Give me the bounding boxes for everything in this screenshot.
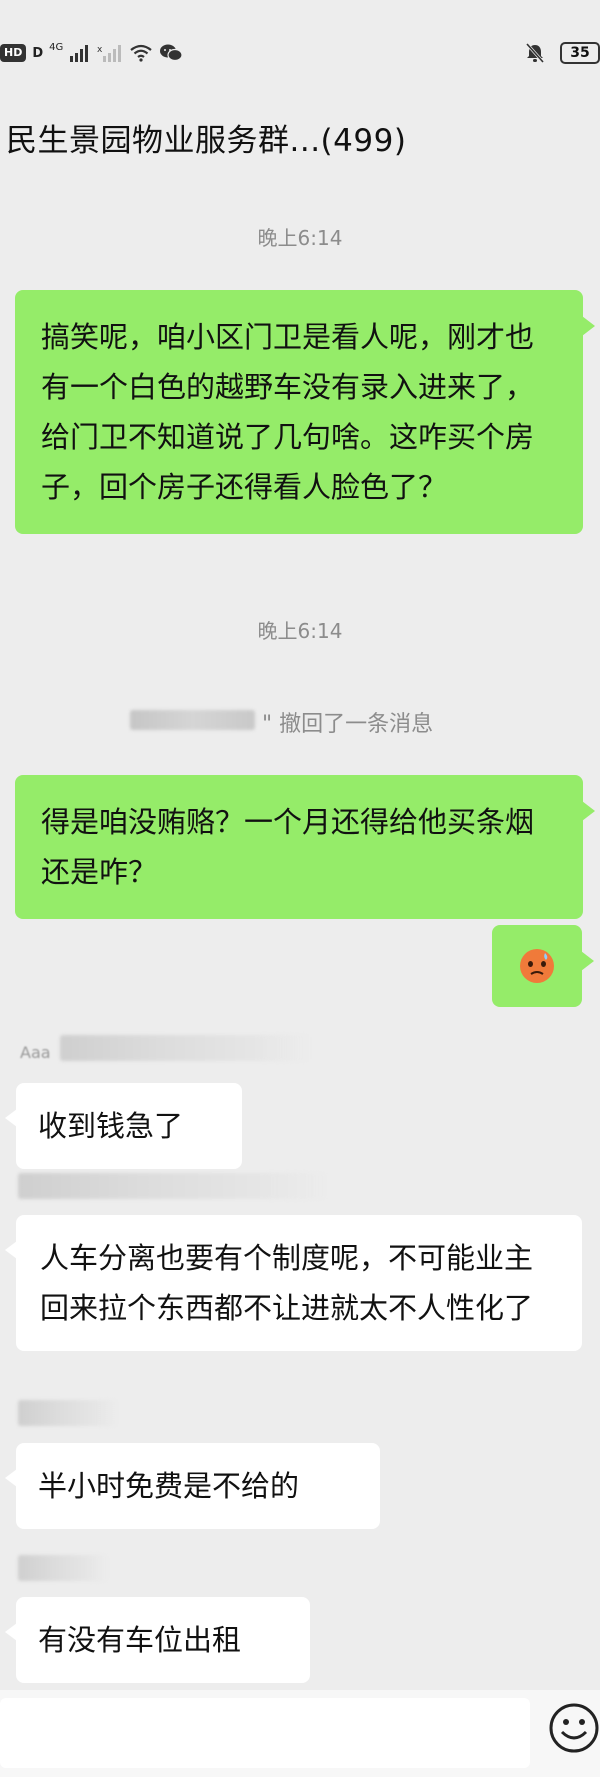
outgoing-message-bubble[interactable]: 搞笑呢，咱小区门卫是看人呢，刚才也有一个白色的越野车没有录入进来了，给门卫不知道… bbox=[15, 290, 595, 534]
status-left: HD D 4G x bbox=[0, 38, 183, 68]
blurred-sender-name bbox=[18, 1173, 328, 1199]
sim-label: D bbox=[32, 45, 44, 61]
mute-icon bbox=[524, 42, 546, 64]
incoming-message-bubble[interactable]: 收到钱急了 bbox=[5, 1083, 242, 1169]
blurred-sender-name bbox=[18, 1555, 108, 1581]
incoming-message-bubble[interactable]: 人车分离也要有个制度呢，不可能业主回来拉个东西都不让进就太不人性化了 bbox=[5, 1215, 582, 1351]
blurred-sender-name bbox=[60, 1035, 310, 1061]
signal-icon bbox=[69, 44, 91, 62]
svg-text:x: x bbox=[97, 45, 103, 55]
status-bar: HD D 4G x 35 bbox=[0, 0, 600, 100]
emoji-icon bbox=[520, 949, 554, 983]
wifi-icon bbox=[129, 44, 153, 62]
incoming-message-bubble[interactable]: 有没有车位出租 bbox=[5, 1597, 310, 1683]
timestamp: 晚上6:14 bbox=[257, 619, 343, 643]
sender-name: Aaa bbox=[20, 1043, 51, 1062]
chat-header: 民生景园物业服务群...(499) bbox=[0, 105, 600, 170]
message-input[interactable] bbox=[0, 1698, 530, 1768]
chat-title[interactable]: 民生景园物业服务群...(499) bbox=[6, 115, 406, 160]
blurred-sender-name bbox=[130, 710, 255, 730]
wechat-icon bbox=[159, 43, 183, 63]
recall-notice: " 撤回了一条消息 bbox=[0, 700, 600, 740]
status-right: 35 bbox=[524, 38, 600, 68]
timestamp: 晚上6:14 bbox=[257, 226, 343, 250]
hd-badge: HD bbox=[0, 44, 27, 62]
outgoing-message-bubble[interactable]: 得是咱没贿赂？一个月还得给他买条烟还是咋？ bbox=[15, 775, 595, 919]
outgoing-emoji-bubble[interactable] bbox=[492, 925, 594, 1007]
network-label: 4G bbox=[49, 41, 64, 53]
input-bar bbox=[0, 1690, 600, 1777]
blurred-sender-name bbox=[18, 1400, 118, 1426]
recall-text: " 撤回了一条消息 bbox=[262, 712, 434, 737]
incoming-message-bubble[interactable]: 半小时免费是不给的 bbox=[5, 1443, 380, 1529]
battery-indicator: 35 bbox=[560, 42, 600, 64]
emoji-button-icon[interactable] bbox=[548, 1702, 600, 1754]
no-signal-icon: x bbox=[97, 44, 123, 62]
